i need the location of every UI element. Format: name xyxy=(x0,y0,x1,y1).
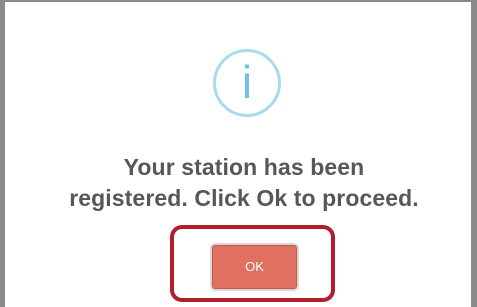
dialog-message-line-2: registered. Click Ok to proceed. xyxy=(69,185,419,211)
dialog-message-line-1: Your station has been xyxy=(123,154,365,180)
dialog-message: Your station has been registered. Click … xyxy=(15,152,473,214)
info-icon: i xyxy=(213,49,281,117)
info-glyph: i xyxy=(241,56,253,108)
alert-dialog: i Your station has been registered. Clic… xyxy=(0,0,477,307)
ok-button[interactable]: OK xyxy=(212,245,297,289)
